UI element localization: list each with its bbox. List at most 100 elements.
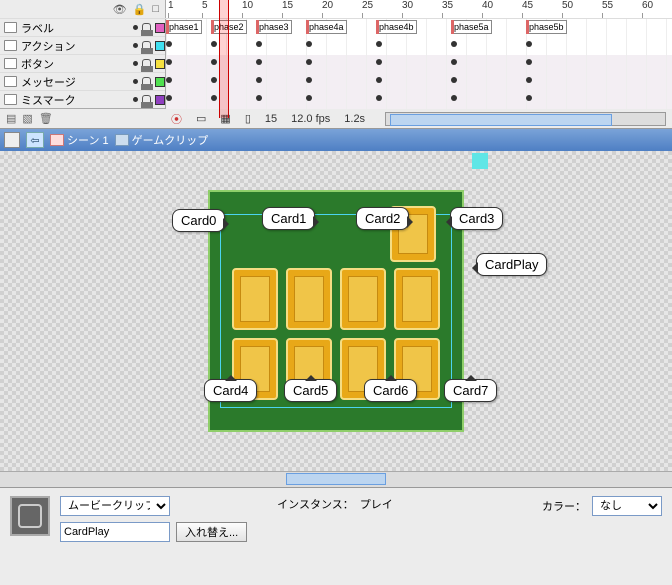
outline-color[interactable] <box>155 77 165 87</box>
keyframe[interactable] <box>166 95 172 101</box>
keyframe[interactable] <box>526 59 532 65</box>
edit-scene-icon[interactable] <box>4 132 20 148</box>
callout-card5: Card5 <box>284 379 337 402</box>
callout-card7: Card7 <box>444 379 497 402</box>
layer-0[interactable]: ラベル <box>0 20 165 36</box>
color-label: カラー： <box>542 498 586 514</box>
callout-card6: Card6 <box>364 379 417 402</box>
keyframe[interactable] <box>256 95 262 101</box>
keyframe[interactable] <box>166 59 172 65</box>
keyframe[interactable] <box>306 41 312 47</box>
lock-toggle[interactable] <box>142 59 151 69</box>
card-2[interactable] <box>340 268 386 330</box>
frame-label[interactable]: phase4b <box>376 20 417 34</box>
timeline-panel: 👁 🔒 □ 151015202530354045505560 ラベル phase… <box>0 0 672 129</box>
keyframe[interactable] <box>256 41 262 47</box>
keyframe[interactable] <box>526 77 532 83</box>
lock-icon[interactable]: 🔒 <box>133 3 147 16</box>
keyframe[interactable] <box>451 95 457 101</box>
frame-label[interactable]: phase1 <box>166 20 202 34</box>
layer-2[interactable]: ボタン <box>0 56 165 72</box>
card-0[interactable] <box>232 268 278 330</box>
layer-4[interactable]: ミスマーク <box>0 92 165 108</box>
keyframe[interactable] <box>211 95 217 101</box>
frame-label[interactable]: phase3 <box>256 20 292 34</box>
layer-3[interactable]: メッセージ <box>0 74 165 90</box>
card-1[interactable] <box>286 268 332 330</box>
card-3[interactable] <box>394 268 440 330</box>
layer-icon <box>4 40 17 51</box>
lock-toggle[interactable] <box>142 23 151 33</box>
keyframe[interactable] <box>211 77 217 83</box>
layer-icon <box>4 22 17 33</box>
layer-header-icons: 👁 🔒 □ <box>0 3 165 16</box>
insert-folder-icon[interactable]: ▧ <box>22 112 32 125</box>
breadcrumb-scene[interactable]: シーン 1 <box>50 132 109 148</box>
frame-ruler[interactable]: 151015202530354045505560 <box>165 0 672 18</box>
outline-color[interactable] <box>155 41 165 51</box>
keyframe[interactable] <box>306 95 312 101</box>
outline-color[interactable] <box>155 59 165 69</box>
keyframe[interactable] <box>211 41 217 47</box>
swap-button[interactable]: 入れ替え... <box>176 522 247 542</box>
symbol-type-select[interactable]: ムービークリップ <box>60 496 170 516</box>
insert-layer-icon[interactable]: ▤ <box>6 112 16 125</box>
breadcrumb-clip[interactable]: ゲームクリップ <box>115 132 209 148</box>
timeline-scrollbar[interactable] <box>385 112 666 126</box>
callout-cardplay: CardPlay <box>476 253 547 276</box>
keyframe[interactable] <box>451 59 457 65</box>
layer-track-0[interactable]: phase1 phase2 phase3 phase4a phase4b phase5a p… <box>165 19 672 37</box>
frame-label[interactable]: phase5a <box>451 20 492 34</box>
edit-multi-icon[interactable]: ▦ <box>220 112 230 125</box>
keyframe[interactable] <box>376 95 382 101</box>
frame-label[interactable]: phase4a <box>306 20 347 34</box>
keyframe[interactable] <box>451 77 457 83</box>
visibility-toggle[interactable] <box>133 43 138 48</box>
keyframe[interactable] <box>211 59 217 65</box>
visibility-toggle[interactable] <box>133 61 138 66</box>
onion-skin-icon[interactable]: ⦿ <box>171 111 182 127</box>
onion-outline-icon[interactable]: ▭ <box>196 112 206 125</box>
keyframe[interactable] <box>376 41 382 47</box>
callout-card4: Card4 <box>204 379 257 402</box>
lock-toggle[interactable] <box>142 77 151 87</box>
properties-panel: ムービークリップ 入れ替え... インスタンス： プレイ カラー： なし <box>0 487 672 562</box>
keyframe[interactable] <box>306 77 312 83</box>
layer-track-1[interactable] <box>165 37 672 55</box>
keyframe[interactable] <box>166 77 172 83</box>
instance-name-input[interactable] <box>60 522 170 542</box>
keyframe[interactable] <box>166 41 172 47</box>
keyframe[interactable] <box>256 77 262 83</box>
visibility-toggle[interactable] <box>133 79 138 84</box>
layer-track-3[interactable] <box>165 73 672 91</box>
outline-icon[interactable]: □ <box>152 3 159 16</box>
stage-area[interactable]: Card0 Card1 Card2 Card3 CardPlay Card4 C… <box>0 151 672 471</box>
symbol-thumbnail <box>10 496 50 536</box>
color-select[interactable]: なし <box>592 496 662 516</box>
layer-track-4[interactable] <box>165 91 672 109</box>
layer-1[interactable]: アクション <box>0 38 165 54</box>
back-button[interactable]: ⇦ <box>26 132 44 148</box>
frame-label[interactable]: phase2 <box>211 20 247 34</box>
layer-track-2[interactable] <box>165 55 672 73</box>
frame-label[interactable]: phase5b <box>526 20 567 34</box>
onion-markers-icon[interactable]: ▯ <box>245 112 251 125</box>
lock-toggle[interactable] <box>142 41 151 51</box>
keyframe[interactable] <box>526 41 532 47</box>
lock-toggle[interactable] <box>142 95 151 105</box>
keyframe[interactable] <box>256 59 262 65</box>
outline-color[interactable] <box>155 23 165 33</box>
current-frame: 15 <box>265 113 277 125</box>
stage-scrollbar[interactable] <box>0 471 672 487</box>
keyframe[interactable] <box>451 41 457 47</box>
keyframe[interactable] <box>306 59 312 65</box>
instance-label: インスタンス： <box>277 496 354 512</box>
eye-icon[interactable]: 👁 <box>113 3 127 16</box>
outline-color[interactable] <box>155 95 165 105</box>
delete-layer-icon[interactable]: 🗑 <box>39 112 53 125</box>
keyframe[interactable] <box>526 95 532 101</box>
visibility-toggle[interactable] <box>133 25 138 30</box>
keyframe[interactable] <box>376 77 382 83</box>
keyframe[interactable] <box>376 59 382 65</box>
visibility-toggle[interactable] <box>133 97 138 102</box>
